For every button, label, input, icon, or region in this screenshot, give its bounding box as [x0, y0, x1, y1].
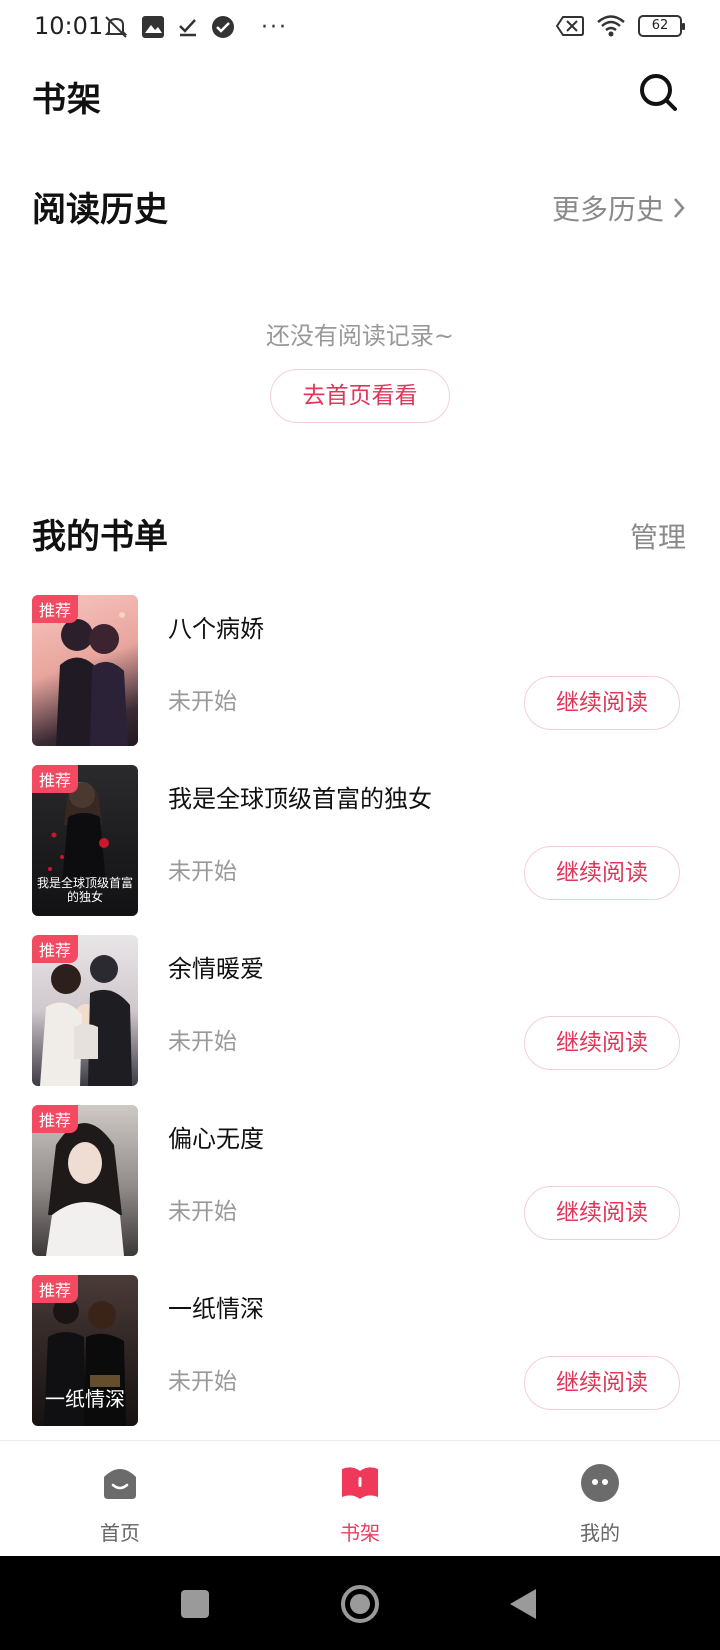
book-status: 未开始	[168, 859, 237, 885]
book-title[interactable]: 偏心无度	[168, 1119, 264, 1154]
more-history-label: 更多历史	[551, 193, 664, 226]
tab-home-label: 首页	[100, 1521, 140, 1545]
search-icon[interactable]	[638, 72, 680, 114]
tab-bookshelf[interactable]: 书架	[240, 1441, 480, 1557]
book-status: 未开始	[168, 1199, 237, 1225]
continue-reading-button[interactable]: 继续阅读	[524, 676, 680, 730]
continue-reading-button[interactable]: 继续阅读	[524, 1186, 680, 1240]
book-title[interactable]: 八个病娇	[168, 609, 264, 644]
page-title: 书架	[32, 80, 102, 120]
book-item[interactable]: 我是全球顶级首富的独女 推荐 我是全球顶级首富的独女 未开始 继续阅读	[0, 765, 720, 935]
notification-icons: ···	[103, 14, 288, 40]
battery-icon: 62	[638, 15, 685, 37]
status-time: 10:01	[34, 12, 104, 40]
book-item[interactable]: 推荐 八个病娇 未开始 继续阅读	[0, 595, 720, 765]
book-status: 未开始	[168, 1029, 237, 1055]
book-title[interactable]: 一纸情深	[168, 1289, 264, 1324]
recommend-tag: 推荐	[32, 765, 79, 793]
bottom-tab-bar: 首页 书架 我的	[0, 1440, 720, 1556]
book-status: 未开始	[168, 1369, 237, 1395]
profile-icon	[581, 1464, 619, 1502]
back-button[interactable]	[508, 1587, 538, 1621]
no-sim-icon	[556, 16, 584, 36]
recent-apps-button[interactable]	[181, 1590, 209, 1618]
more-notifications-icon: ···	[261, 14, 288, 40]
cover-title-text: 一纸情深	[45, 1387, 125, 1411]
tab-home[interactable]: 首页	[0, 1441, 240, 1557]
book-cover[interactable]: 推荐	[32, 595, 138, 746]
task-done-icon	[179, 19, 196, 37]
cover-title-text: 我是全球顶级首富的独女	[36, 876, 133, 904]
bookshelf-icon	[342, 1467, 378, 1499]
verified-icon	[212, 16, 234, 38]
system-navigation-bar	[0, 1556, 720, 1650]
gallery-icon	[142, 16, 164, 38]
book-title[interactable]: 我是全球顶级首富的独女	[168, 779, 432, 814]
continue-reading-button[interactable]: 继续阅读	[524, 1356, 680, 1410]
recommend-tag: 推荐	[32, 595, 79, 623]
manage-button[interactable]: 管理	[630, 516, 686, 556]
book-item[interactable]: 推荐 偏心无度 未开始 继续阅读	[0, 1105, 720, 1275]
tab-profile-label: 我的	[580, 1521, 620, 1545]
home-button[interactable]	[340, 1584, 380, 1624]
recommend-tag: 推荐	[32, 935, 79, 963]
more-history-link[interactable]: 更多历史	[552, 188, 686, 228]
book-item[interactable]: 一纸情深 推荐 一纸情深 未开始 继续阅读	[0, 1275, 720, 1445]
home-icon	[104, 1469, 136, 1499]
mute-icon	[104, 16, 128, 38]
go-home-button[interactable]: 去首页看看	[270, 369, 450, 423]
system-icons: 62	[556, 14, 685, 38]
recommend-tag: 推荐	[32, 1275, 79, 1303]
status-bar: 10:01 ··· 62	[0, 0, 720, 54]
book-cover[interactable]: 推荐	[32, 1105, 138, 1256]
book-cover[interactable]: 我是全球顶级首富的独女 推荐	[32, 765, 138, 916]
wifi-icon	[597, 15, 625, 37]
recommend-tag: 推荐	[32, 1105, 79, 1133]
empty-history-text: 还没有阅读记录~	[265, 322, 455, 350]
book-title[interactable]: 余情暖爱	[168, 949, 264, 984]
booklist-title: 我的书单	[32, 517, 168, 557]
tab-bookshelf-label: 书架	[340, 1521, 380, 1545]
book-cover[interactable]: 一纸情深 推荐	[32, 1275, 138, 1426]
tab-profile[interactable]: 我的	[480, 1441, 720, 1557]
chevron-right-icon	[674, 198, 685, 218]
continue-reading-button[interactable]: 继续阅读	[524, 846, 680, 900]
book-cover[interactable]: 推荐	[32, 935, 138, 1086]
app-header: 书架	[0, 66, 720, 126]
continue-reading-button[interactable]: 继续阅读	[524, 1016, 680, 1070]
history-title: 阅读历史	[32, 190, 168, 230]
book-status: 未开始	[168, 689, 237, 715]
book-list: 推荐 八个病娇 未开始 继续阅读 我是全球顶级首富的独女 推荐 我是全球顶级首富…	[0, 595, 720, 1445]
book-item[interactable]: 推荐 余情暖爱 未开始 继续阅读	[0, 935, 720, 1105]
